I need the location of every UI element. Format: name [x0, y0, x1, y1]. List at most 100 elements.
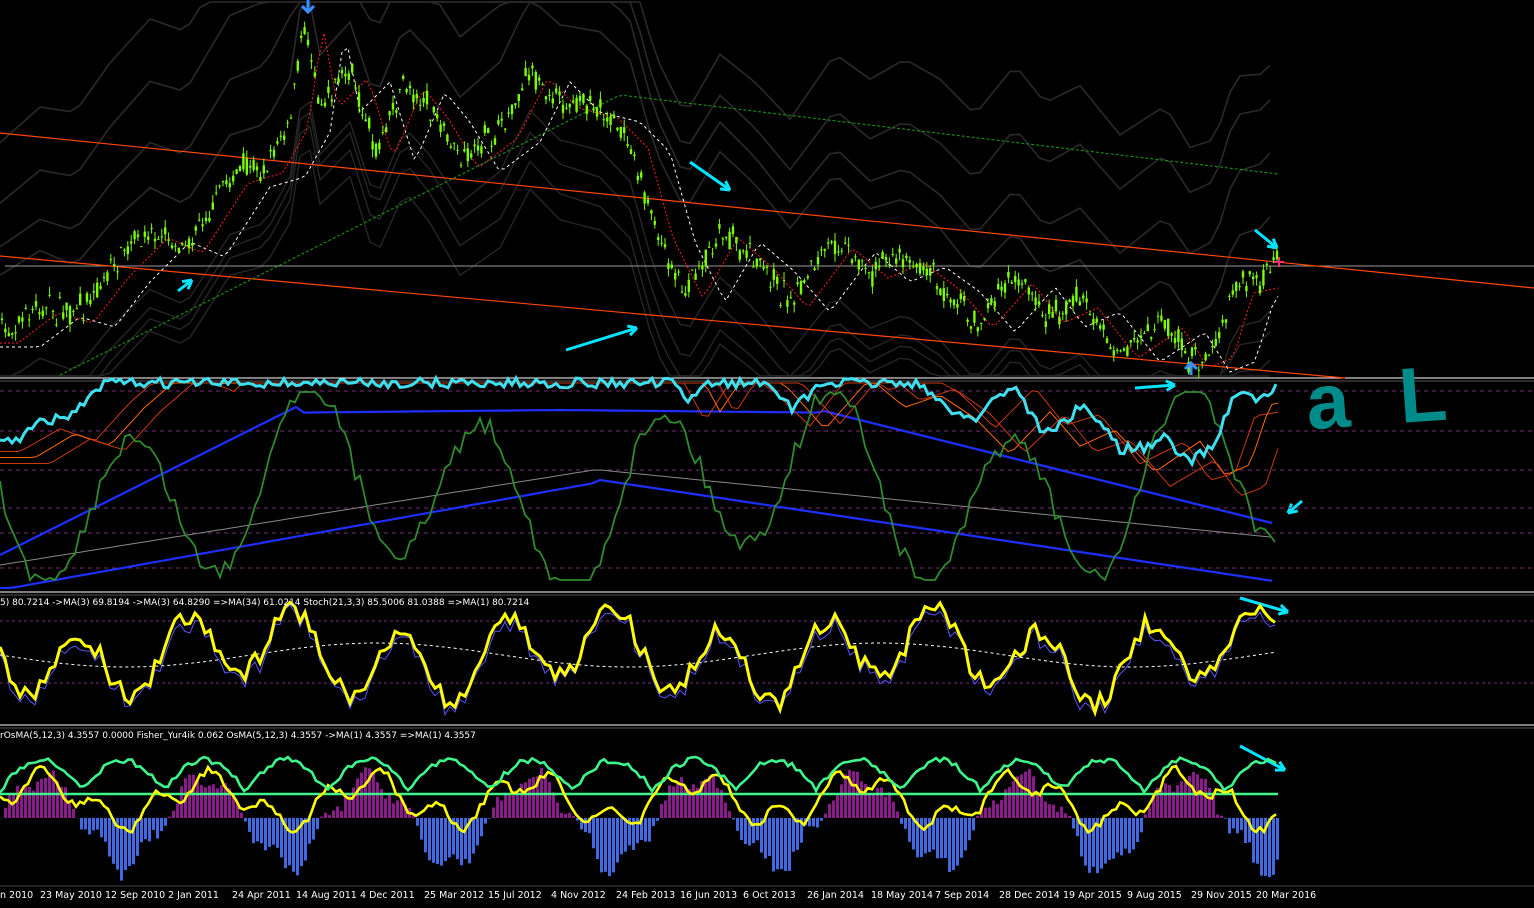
histogram-bar-negative: [756, 818, 759, 841]
envelope-band: [0, 1, 1271, 204]
histogram-bar-negative: [964, 818, 967, 851]
histogram-bar-positive: [40, 778, 43, 818]
candle-body: [296, 60, 299, 71]
candle-body: [912, 265, 915, 267]
candle-body: [58, 296, 61, 298]
histogram-bar-positive: [832, 800, 835, 818]
ma-green: [59, 94, 1279, 376]
candle-body: [174, 245, 177, 247]
candle-body: [225, 180, 228, 185]
candle-body: [1160, 315, 1163, 321]
candle-body: [524, 68, 527, 77]
candle-body: [208, 217, 211, 222]
histogram-bar-positive: [336, 806, 339, 818]
candle-body: [157, 238, 160, 240]
candle-body: [320, 104, 323, 106]
candle-body: [670, 264, 673, 268]
histogram-bar-positive: [208, 785, 211, 818]
histogram-bar-positive: [512, 795, 515, 818]
candle-body: [51, 310, 55, 312]
histogram-bar-negative: [924, 818, 927, 854]
candle-body: [126, 246, 129, 255]
candle-body: [823, 249, 826, 251]
candle-body: [568, 104, 571, 108]
price-cyan: [0, 374, 1278, 468]
histogram-bar-negative: [940, 818, 943, 859]
candle-body: [1000, 286, 1003, 291]
candle-body: [623, 127, 626, 134]
histogram-bar-negative: [304, 818, 307, 861]
candle-body: [629, 149, 633, 155]
histogram-bar-positive: [1196, 774, 1199, 818]
candle-body: [85, 293, 89, 302]
candle-body: [561, 104, 565, 113]
histogram-bar-negative: [604, 818, 607, 872]
candle-body: [980, 322, 983, 324]
histogram-bar-negative: [260, 818, 263, 844]
candle-body: [391, 102, 395, 110]
date-label: 14 Aug 2011: [296, 890, 357, 901]
histogram-bar-negative: [436, 818, 439, 865]
date-label: 9 Aug 2015: [1127, 890, 1182, 901]
histogram-bar-positive: [892, 801, 895, 818]
histogram-bar-negative: [656, 818, 659, 821]
candle-body: [1126, 346, 1129, 357]
histogram-bar-positive: [356, 778, 359, 818]
histogram-bar-positive: [676, 783, 679, 818]
candle-body: [718, 224, 721, 229]
histogram-bar-positive: [880, 787, 883, 818]
candle-body: [674, 272, 677, 280]
candle-body: [959, 293, 962, 300]
candle-body: [456, 149, 459, 151]
histogram-bar-negative: [1140, 818, 1143, 833]
histogram-bar-negative: [752, 818, 755, 844]
date-label: 25 Mar 2012: [424, 890, 485, 901]
candle-body: [884, 256, 888, 261]
histogram-bar-negative: [612, 818, 615, 873]
histogram-bar-positive: [500, 800, 503, 818]
candle-body: [194, 226, 197, 231]
histogram-bar-negative: [148, 818, 151, 842]
chart-canvas: [0, 0, 1534, 887]
histogram-bar-negative: [276, 818, 279, 848]
candle-body: [677, 271, 680, 273]
candle-body: [1068, 299, 1071, 303]
histogram-bar-negative: [960, 818, 963, 858]
histogram-bar-positive: [724, 802, 727, 818]
histogram-bar-negative: [1244, 818, 1247, 844]
ma-red: [0, 33, 1279, 367]
candle-body: [1143, 333, 1146, 335]
candle-body: [483, 125, 486, 133]
candle-body: [436, 114, 439, 119]
histogram-bar-positive: [332, 810, 335, 818]
histogram-bar-positive: [1020, 774, 1023, 818]
histogram-bar-positive: [984, 807, 987, 818]
histogram-bar-negative: [920, 818, 923, 857]
histogram-bar-positive: [712, 776, 715, 818]
date-label: 4 Dec 2011: [360, 890, 415, 901]
annotation-letters: a L: [1303, 347, 1464, 447]
candle-body: [272, 149, 276, 157]
candle-body: [17, 316, 21, 323]
histogram-bar-positive: [692, 784, 695, 818]
candle-body: [459, 164, 463, 166]
candle-body: [1163, 319, 1166, 329]
candle-body: [28, 319, 31, 321]
candle-body: [534, 72, 537, 90]
candle-body: [748, 243, 752, 245]
candle-body: [799, 281, 803, 294]
histogram-bar-negative: [128, 818, 131, 866]
candle-body: [1054, 299, 1058, 312]
histogram-bar-positive: [188, 774, 191, 818]
candle-body: [1214, 338, 1217, 346]
candle-body: [221, 181, 225, 183]
histogram-bar-positive: [504, 792, 507, 818]
candle-body: [803, 280, 806, 283]
candle-body: [609, 116, 612, 125]
candle-body: [867, 272, 871, 274]
histogram-bar-positive: [876, 787, 879, 818]
histogram-bar-negative: [624, 818, 627, 852]
histogram-bar-negative: [312, 818, 315, 840]
histogram-bar-positive: [996, 804, 999, 818]
histogram-bar-negative: [744, 818, 747, 845]
